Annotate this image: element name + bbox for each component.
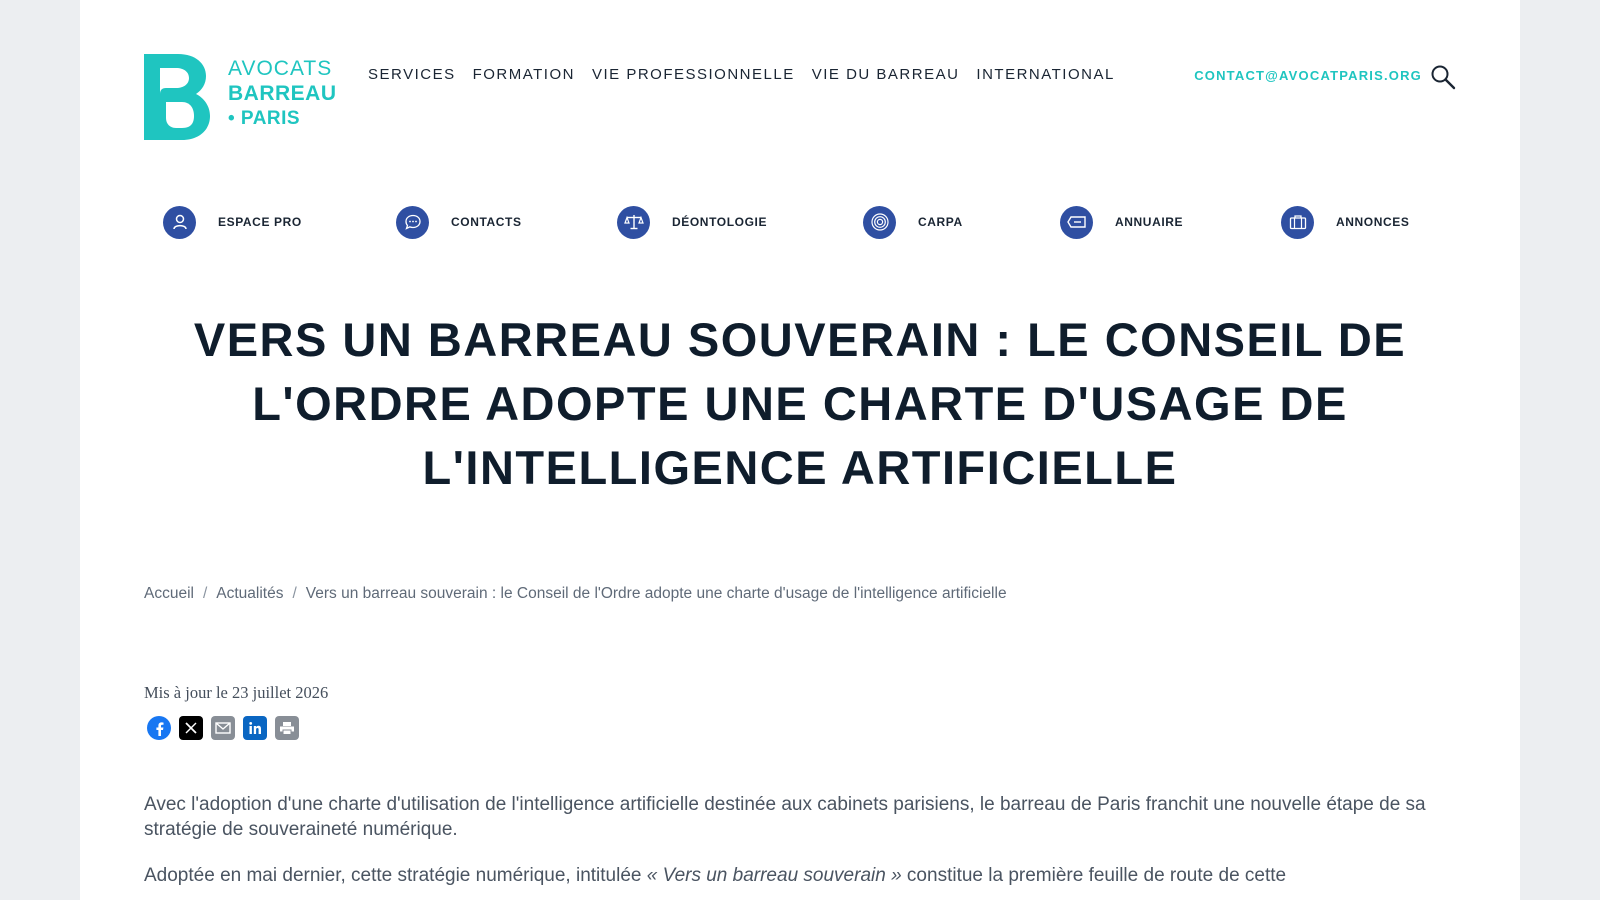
contact-email-link[interactable]: CONTACT@AVOCATPARIS.ORG <box>1194 68 1422 83</box>
nav-vie-du-barreau[interactable]: VIE DU BARREAU <box>812 66 960 83</box>
nav-formation[interactable]: FORMATION <box>473 66 575 83</box>
quick-link-label: ANNONCES <box>1336 215 1410 229</box>
page: AVOCATS BARREAU • PARIS SERVICES FORMATI… <box>80 0 1520 900</box>
logo-line-avocats: AVOCATS <box>228 57 333 80</box>
logo-text: AVOCATS BARREAU • PARIS <box>228 56 337 131</box>
share-buttons <box>147 716 299 740</box>
breadcrumb-separator: / <box>202 585 208 602</box>
breadcrumb-section[interactable]: Actualités <box>216 585 283 602</box>
quick-link-label: CARPA <box>918 215 963 229</box>
logo-link[interactable]: AVOCATS BARREAU • PARIS <box>144 54 344 140</box>
quick-link-espace-pro[interactable]: ESPACE PRO <box>163 204 302 240</box>
briefcase-icon <box>1281 205 1314 239</box>
nav-international[interactable]: INTERNATIONAL <box>976 66 1114 83</box>
paragraph-text: constitue la première feuille de route d… <box>901 865 1287 886</box>
quick-link-carpa[interactable]: CARPA <box>863 204 963 240</box>
breadcrumb-home[interactable]: Accueil <box>144 585 194 602</box>
logo-line-paris: • PARIS <box>228 108 301 129</box>
quick-link-label: ESPACE PRO <box>218 215 302 229</box>
quick-link-label: CONTACTS <box>451 215 522 229</box>
logo-mark-icon <box>144 54 210 140</box>
paragraph-emphasis: « Vers un barreau souverain » <box>646 865 902 886</box>
quick-link-label: DÉONTOLOGIE <box>672 215 768 229</box>
user-icon <box>163 205 196 239</box>
search-icon[interactable] <box>1430 64 1456 90</box>
main-nav: SERVICES FORMATION VIE PROFESSIONNELLE V… <box>368 66 1132 83</box>
breadcrumb-separator: / <box>292 585 297 602</box>
quick-links-bar: ESPACE PRO CONTACTS DÉONTOLOGIE CARPA AN… <box>144 204 1456 240</box>
fingerprint-icon <box>863 205 896 239</box>
card-icon <box>1060 205 1093 239</box>
breadcrumb: Accueil / Actualités / Vers un barreau souve… <box>144 585 1007 603</box>
facebook-icon[interactable] <box>147 716 171 740</box>
breadcrumb-current: Vers un barreau souverain : le Conseil d… <box>305 585 1007 602</box>
print-icon[interactable] <box>275 716 299 740</box>
updated-date: Mis à jour le 23 juillet 2026 <box>144 683 329 702</box>
quick-link-contacts[interactable]: CONTACTS <box>396 204 522 240</box>
scales-icon <box>617 205 650 239</box>
nav-services[interactable]: SERVICES <box>368 66 456 83</box>
quick-link-annonces[interactable]: ANNONCES <box>1281 204 1409 240</box>
page-title: VERS UN BARREAU SOUVERAIN : LE CONSEIL D… <box>193 313 1407 494</box>
linkedin-icon[interactable] <box>243 716 267 740</box>
quick-link-deontologie[interactable]: DÉONTOLOGIE <box>617 204 767 240</box>
paragraph-text: Adoptée en mai dernier, cette stratégie … <box>144 865 647 886</box>
chat-bubble-icon <box>396 205 429 239</box>
quick-link-annuaire[interactable]: ANNUAIRE <box>1060 204 1183 240</box>
logo-line-barreau: BARREAU <box>228 82 337 105</box>
quick-link-label: ANNUAIRE <box>1115 215 1184 229</box>
email-icon[interactable] <box>211 716 235 740</box>
article-paragraph: Avec l'adoption d'une charte d'utilisati… <box>144 794 1426 840</box>
site-header: AVOCATS BARREAU • PARIS SERVICES FORMATI… <box>144 54 1456 140</box>
article-paragraph: Adoptée en mai dernier, cette stratégie … <box>144 863 1456 888</box>
nav-vie-professionnelle[interactable]: VIE PROFESSIONNELLE <box>592 66 795 83</box>
article-body: Avec l'adoption d'une charte d'utilisati… <box>144 792 1456 900</box>
x-icon[interactable] <box>179 716 203 740</box>
